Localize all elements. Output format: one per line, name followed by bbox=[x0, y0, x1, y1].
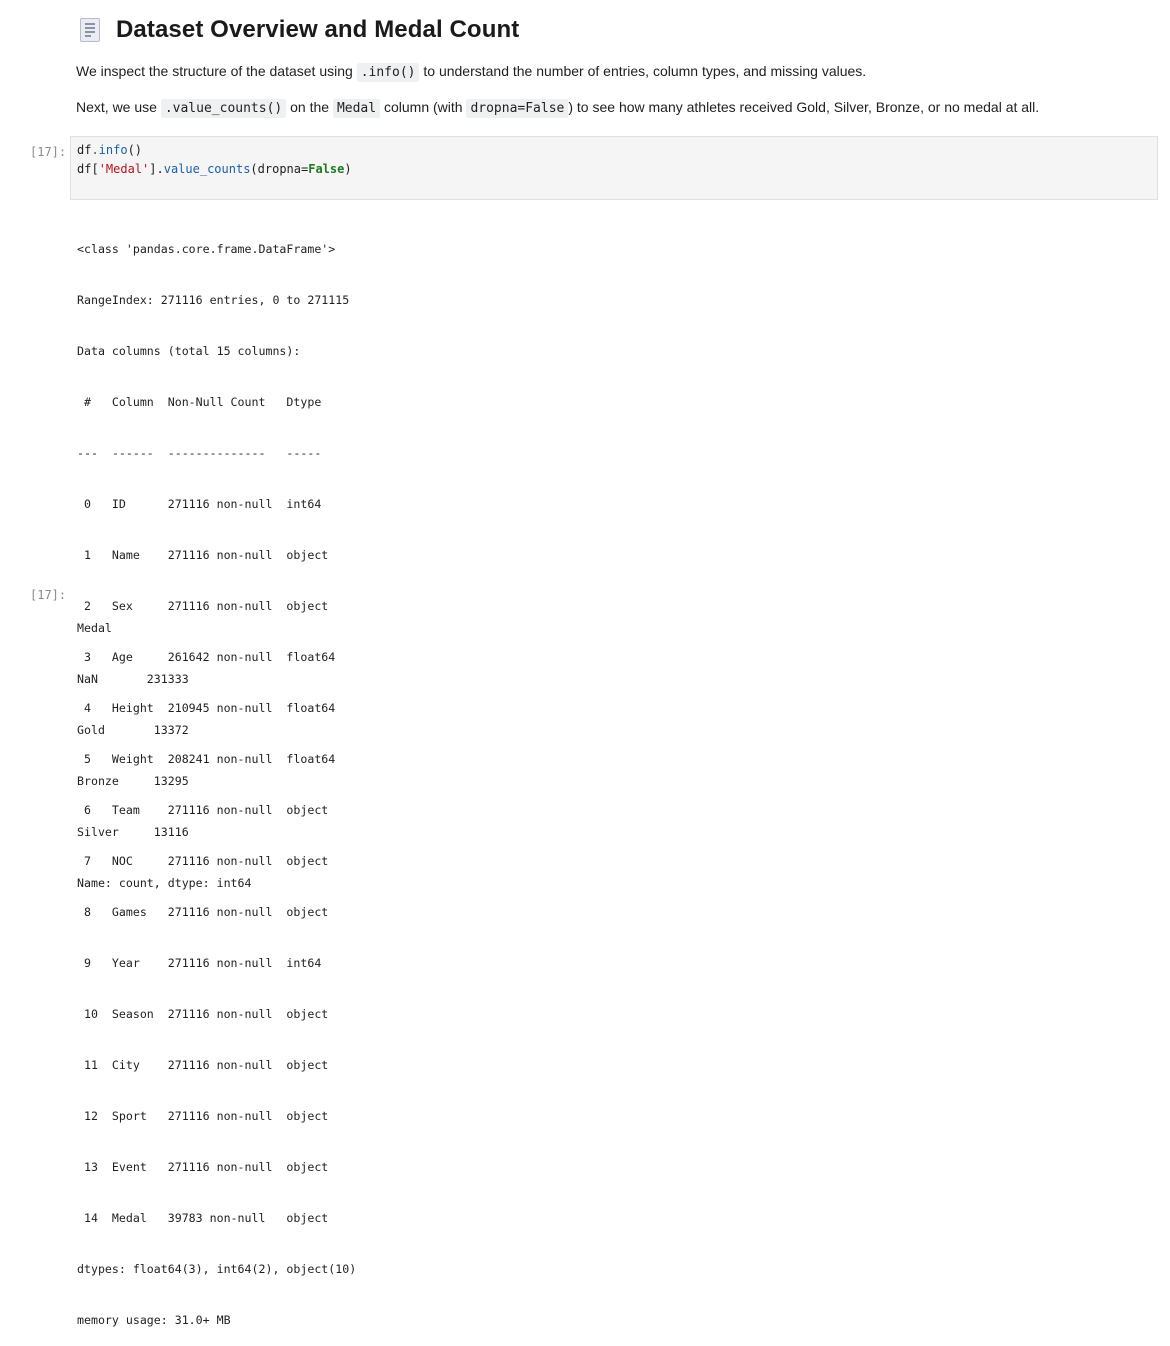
output-line: 13 Event 271116 non-null object bbox=[77, 1160, 336, 1174]
code-token-string: 'Medal' bbox=[98, 162, 150, 176]
title-row: Dataset Overview and Medal Count bbox=[76, 14, 519, 46]
output-line: Data columns (total 15 columns): bbox=[77, 344, 301, 358]
output-line: NaN 231333 bbox=[77, 672, 189, 686]
output-line: RangeIndex: 271116 entries, 0 to 271115 bbox=[77, 293, 350, 307]
paragraph-text: Next, we use bbox=[76, 99, 161, 115]
output-line: 9 Year 271116 non-null int64 bbox=[77, 956, 336, 970]
intro-paragraph: We inspect the structure of the dataset … bbox=[76, 60, 866, 84]
output-line: Silver 13116 bbox=[77, 825, 189, 839]
output-line: Bronze 13295 bbox=[77, 774, 189, 788]
value-counts-output: Medal NaN 231333 Gold 13372 Bronze 13295… bbox=[77, 586, 252, 909]
output-line: 0 ID 271116 non-null int64 bbox=[77, 497, 336, 511]
code-token: df bbox=[77, 143, 92, 157]
paragraph-text: to understand the number of entries, col… bbox=[419, 63, 867, 79]
inline-code-info: .info() bbox=[356, 63, 420, 82]
output-line: 11 City 271116 non-null object bbox=[77, 1058, 336, 1072]
paragraph-text: ) to see how many athletes received Gold… bbox=[568, 99, 1040, 115]
code-token: ) bbox=[344, 162, 352, 176]
inline-code-value-counts: .value_counts() bbox=[160, 99, 287, 118]
value-counts-paragraph: Next, we use .value_counts() on the Meda… bbox=[76, 96, 1039, 120]
paragraph-text: We inspect the structure of the dataset … bbox=[76, 63, 357, 79]
code-line-1: df.info() bbox=[77, 141, 142, 159]
code-token: df[ bbox=[77, 162, 99, 176]
output-line: Gold 13372 bbox=[77, 723, 189, 737]
output-line: # Column Non-Null Count Dtype bbox=[77, 395, 336, 409]
page-title: Dataset Overview and Medal Count bbox=[116, 16, 520, 43]
output-line: 10 Season 271116 non-null object bbox=[77, 1007, 336, 1021]
code-token: () bbox=[127, 143, 143, 157]
code-token-attr: .info bbox=[91, 143, 128, 157]
output-line: 14 Medal 39783 non-null object bbox=[77, 1211, 336, 1225]
code-token-attr: value_counts bbox=[163, 162, 251, 176]
output-line: <class 'pandas.core.frame.DataFrame'> bbox=[77, 242, 336, 256]
result-output-prompt: [17]: bbox=[30, 588, 67, 602]
output-line: dtypes: float64(3), int64(2), object(10) bbox=[77, 1262, 357, 1276]
document-icon bbox=[80, 18, 100, 42]
code-token: ]. bbox=[149, 162, 164, 176]
inline-code-medal: Medal bbox=[332, 99, 381, 118]
code-line-2: df['Medal'].value_counts(dropna=False) bbox=[77, 160, 352, 178]
inline-code-dropna: dropna=False bbox=[466, 99, 569, 118]
output-line: Name: count, dtype: int64 bbox=[77, 876, 252, 890]
code-token-keyword: False bbox=[308, 162, 345, 176]
paragraph-text: column (with bbox=[380, 99, 467, 115]
output-line: 1 Name 271116 non-null object bbox=[77, 548, 336, 562]
output-line: 12 Sport 271116 non-null object bbox=[77, 1109, 336, 1123]
code-token: (dropna= bbox=[250, 162, 309, 176]
output-line: --- ------ -------------- ----- bbox=[77, 446, 336, 460]
output-line: memory usage: 31.0+ MB bbox=[77, 1313, 231, 1327]
code-cell-prompt: [17]: bbox=[30, 145, 67, 159]
paragraph-text: on the bbox=[286, 99, 333, 115]
code-cell-editor[interactable]: df.info() df['Medal'].value_counts(dropn… bbox=[70, 136, 1158, 200]
output-line: Medal bbox=[77, 621, 112, 635]
